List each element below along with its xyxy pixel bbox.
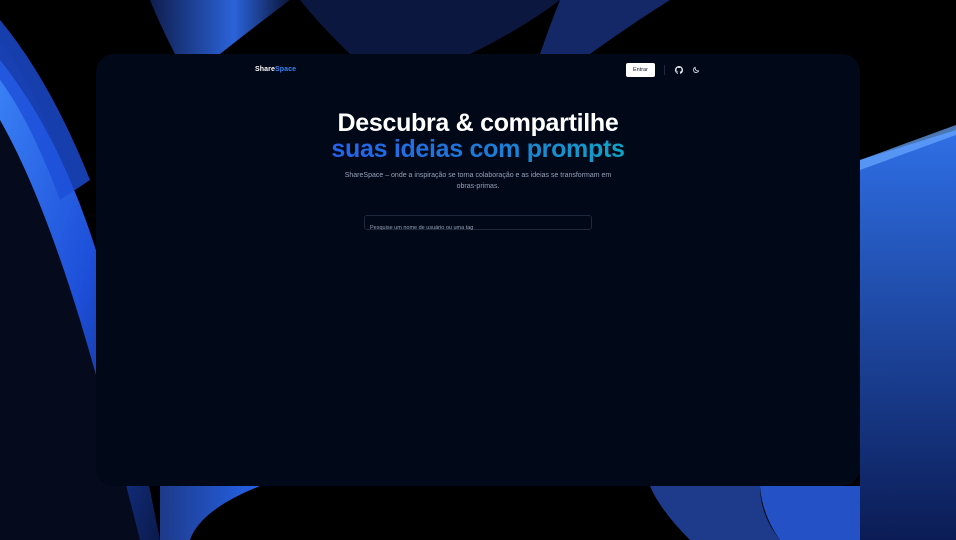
hero-headline-line2: suas ideias com prompts — [331, 135, 625, 163]
nav-divider — [663, 65, 665, 75]
app-window: ShareSpace Entrar Descubra & compartilhe… — [96, 54, 860, 486]
theme-toggle-button[interactable] — [690, 64, 702, 76]
theme-toggle-icon — [693, 66, 700, 73]
search-box[interactable] — [364, 215, 592, 235]
hero-headline-line1: Descubra & compartilhe — [337, 109, 619, 137]
brand-name-part2: Space — [274, 66, 297, 73]
login-button[interactable]: Entrar — [626, 63, 655, 77]
hero-section: Descubra & compartilhe suas ideias com p… — [96, 110, 860, 192]
hero-subtitle: ShareSpace – onde a inspiração se torna … — [344, 172, 612, 190]
github-icon — [674, 66, 683, 74]
brand-name-part1: Share — [255, 66, 275, 73]
navbar: ShareSpace Entrar — [96, 54, 860, 86]
brand-logo[interactable]: ShareSpace — [255, 66, 296, 73]
search-input[interactable] — [365, 221, 591, 235]
nav-actions: Entrar — [626, 63, 707, 77]
github-button[interactable] — [673, 64, 685, 76]
